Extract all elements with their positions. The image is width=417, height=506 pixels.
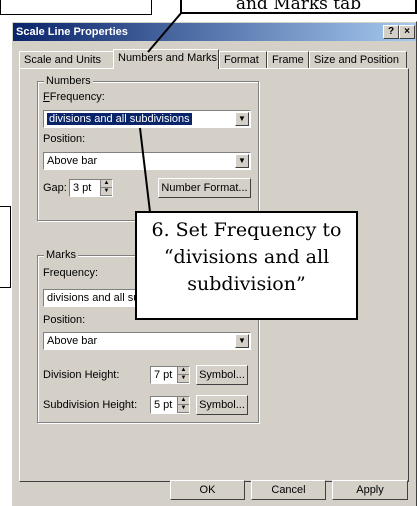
leader-line-step xyxy=(139,127,151,213)
callout-leader-lines xyxy=(139,11,183,213)
leader-line-top xyxy=(147,11,183,53)
